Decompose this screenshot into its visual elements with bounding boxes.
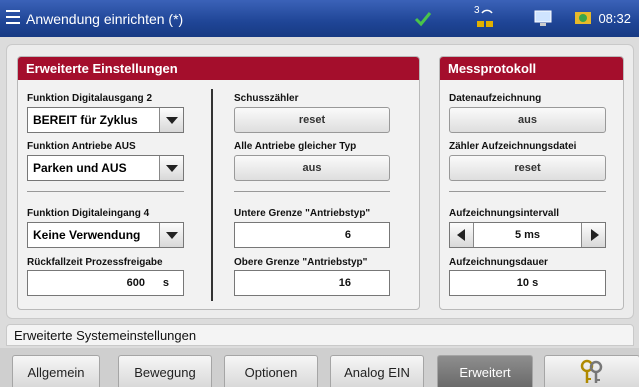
tab-erweitert[interactable]: Erweitert	[437, 355, 533, 387]
digital-in-value: Keine Verwendung	[33, 228, 141, 242]
title-bar: Anwendung einrichten (*) 3 08:32	[0, 0, 639, 37]
lower-limit-field[interactable]: 6	[234, 222, 390, 248]
divider	[27, 191, 184, 192]
monitor-icon[interactable]	[534, 9, 552, 27]
same-type-toggle-button[interactable]: aus	[234, 155, 390, 181]
advanced-settings-header: Erweiterte Einstellungen	[18, 57, 419, 80]
digital-out-select[interactable]: BEREIT für Zyklus	[27, 107, 184, 133]
tab-bewegung[interactable]: Bewegung	[118, 355, 212, 387]
keys-icon	[580, 359, 603, 383]
chevron-down-icon[interactable]	[159, 156, 183, 180]
arrow-right-icon[interactable]	[581, 223, 605, 247]
lower-limit-value: 6	[344, 229, 351, 241]
duration-label: Aufzeichnungsdauer	[449, 257, 548, 268]
fallback-time-value: 600	[126, 277, 145, 289]
digital-in-label: Funktion Digitaleingang 4	[27, 208, 150, 219]
digital-in-select[interactable]: Keine Verwendung	[27, 222, 184, 248]
divider	[234, 191, 390, 192]
tab-bar: Allgemein Bewegung Optionen Analog EIN E…	[0, 348, 639, 387]
network-status-icon[interactable]: 3	[474, 5, 496, 31]
tab-allgemein[interactable]: Allgemein	[12, 355, 100, 387]
lower-limit-label: Untere Grenze "Antriebstyp"	[234, 208, 371, 219]
check-icon	[414, 12, 432, 27]
shot-counter-label: Schusszähler	[234, 93, 299, 104]
tab-analog-ein[interactable]: Analog EIN	[330, 355, 424, 387]
shot-counter-reset-button[interactable]: reset	[234, 107, 390, 133]
upper-limit-field[interactable]: 16	[234, 270, 390, 296]
interval-stepper[interactable]: 5 ms	[449, 222, 606, 248]
measurement-log-header: Messprotokoll	[440, 57, 623, 80]
drives-off-select[interactable]: Parken und AUS	[27, 155, 184, 181]
divider	[449, 191, 606, 192]
menu-icon[interactable]	[6, 10, 20, 24]
upper-limit-label: Obere Grenze "Antriebstyp"	[234, 257, 368, 268]
duration-field[interactable]: 10 s	[449, 270, 606, 296]
fallback-label: Rückfallzeit Prozessfreigabe	[27, 257, 163, 268]
fallback-time-unit: s	[162, 277, 169, 289]
fallback-time-field[interactable]: 600 s	[27, 270, 184, 296]
upper-limit-value: 16	[338, 277, 351, 289]
counter-file-reset-button[interactable]: reset	[449, 155, 606, 181]
section-title: Erweiterte Systemeinstellungen	[6, 324, 634, 346]
clock: 08:32	[598, 11, 631, 26]
chevron-down-icon[interactable]	[159, 223, 183, 247]
recording-toggle-button[interactable]: aus	[449, 107, 606, 133]
tab-optionen[interactable]: Optionen	[224, 355, 318, 387]
advanced-settings-panel: Erweiterte Einstellungen Funktion Digita…	[17, 56, 420, 310]
counter-file-label: Zähler Aufzeichnungsdatei	[449, 141, 577, 152]
drives-off-label: Funktion Antriebe AUS	[27, 141, 136, 152]
content-area: Erweiterte Einstellungen Funktion Digita…	[6, 44, 634, 319]
drive-status-icon[interactable]	[573, 8, 593, 28]
drives-off-value: Parken und AUS	[33, 161, 127, 175]
duration-value: 10 s	[516, 277, 539, 289]
same-type-label: Alle Antriebe gleicher Typ	[234, 141, 357, 152]
interval-label: Aufzeichnungsintervall	[449, 208, 560, 219]
measurement-log-panel: Messprotokoll Datenaufzeichnung aus Zähl…	[439, 56, 624, 310]
tab-service[interactable]	[544, 355, 639, 387]
chevron-down-icon[interactable]	[159, 108, 183, 132]
column-divider	[211, 89, 213, 301]
digital-out-value: BEREIT für Zyklus	[33, 113, 138, 127]
recording-label: Datenaufzeichnung	[449, 93, 542, 104]
window-title: Anwendung einrichten (*)	[26, 11, 184, 27]
digital-out-label: Funktion Digitalausgang 2	[27, 93, 153, 104]
